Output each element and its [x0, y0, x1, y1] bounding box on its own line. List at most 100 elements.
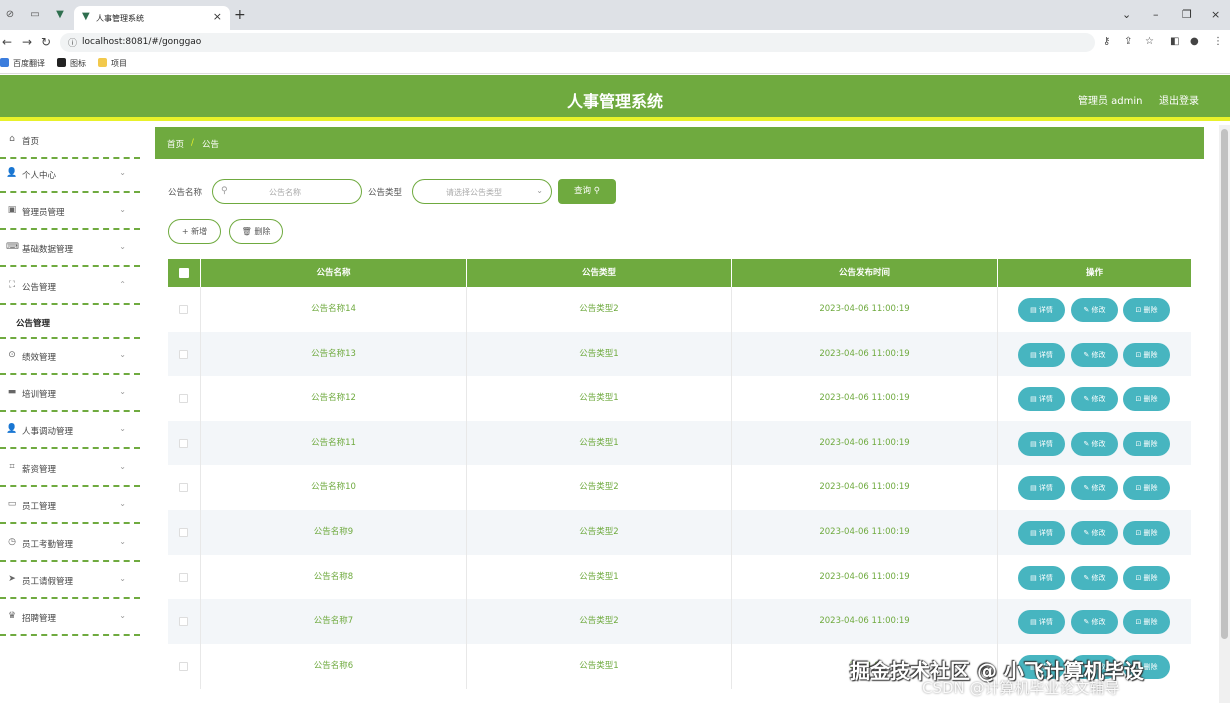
key-icon[interactable]: ⚷ — [1103, 36, 1110, 47]
detail-button[interactable]: ▤ 详情 — [1018, 565, 1065, 590]
back-icon[interactable]: ← — [2, 35, 12, 49]
forward-icon[interactable]: → — [22, 35, 32, 49]
sidebar-item-notice[interactable]: ⛶ 公告管理 ⌃ — [0, 271, 140, 305]
delete-button[interactable]: ⊡ 删除 — [1123, 342, 1170, 367]
row-checkbox[interactable] — [179, 305, 188, 314]
edit-button[interactable]: ✎ 修改 — [1071, 298, 1118, 322]
blank-tab-icon[interactable]: ▭ — [28, 8, 42, 22]
row-checkbox[interactable] — [179, 438, 188, 448]
chevron-down-icon: ⌄ — [119, 537, 126, 546]
sidebar-item-performance[interactable]: ⊙ 绩效管理 ⌄ — [0, 341, 140, 375]
notice-name-input[interactable]: ⚲ 公告名称 — [212, 179, 362, 204]
submenu-notice-manage[interactable]: 公告管理 — [0, 305, 140, 339]
delete-button[interactable]: ⊡ 删除 — [1123, 298, 1170, 322]
sidebar-item-profile[interactable]: 👤 个人中心 ⌄ — [0, 159, 140, 193]
bookmark-fanyi[interactable]: 百度翻译 — [0, 58, 45, 69]
table-row: 公告名称9 公告类型2 2023-04-06 11:00:19 ▤ 详情 ✎ 修改 ⊡ 删… — [168, 510, 1191, 555]
restore-icon[interactable]: ❐ — [1182, 8, 1192, 21]
publish-time-cell: 2023-04-06 11:00:19 — [732, 465, 998, 511]
column-header[interactable]: 公告名称 — [201, 259, 467, 287]
sidebar-item-label: 个人中心 — [22, 171, 57, 181]
minimize-icon[interactable]: – — [1153, 8, 1159, 21]
edit-button[interactable]: ✎ 修改 — [1071, 521, 1118, 545]
batch-delete-button[interactable]: 🗑 删除 — [229, 219, 283, 244]
notice-name-cell: 公告名称12 — [201, 376, 467, 422]
detail-button[interactable]: ▤ 详情 — [1018, 476, 1065, 501]
actions-cell: ▤ 详情 ✎ 修改 ⊡ 删除 — [998, 421, 1191, 466]
site-info-icon[interactable]: ⓘ — [68, 36, 77, 49]
row-checkbox[interactable] — [179, 617, 188, 627]
share-icon[interactable]: ⇪ — [1124, 36, 1132, 47]
column-header[interactable]: 公告类型 — [467, 259, 732, 287]
delete-label: 删除 — [1143, 573, 1158, 582]
row-checkbox[interactable] — [179, 349, 188, 359]
delete-button[interactable]: ⊡ 删除 — [1123, 476, 1170, 501]
detail-button[interactable]: ▤ 详情 — [1018, 521, 1065, 545]
add-button[interactable]: + 新增 — [168, 219, 221, 244]
column-header[interactable]: 公告发布时间 — [732, 259, 998, 287]
row-checkbox[interactable] — [179, 572, 188, 582]
delete-button[interactable]: ⊡ 删除 — [1123, 610, 1170, 635]
user-label: 管理员 admin — [1078, 96, 1143, 107]
row-checkbox[interactable] — [179, 394, 188, 404]
delete-label: 删除 — [254, 227, 271, 236]
star-icon[interactable]: ☆ — [1145, 36, 1154, 47]
sidebar-item-recruit[interactable]: ♛ 招聘管理 ⌄ — [0, 602, 140, 636]
edit-button[interactable]: ✎ 修改 — [1071, 342, 1118, 367]
new-tab-icon[interactable]: + — [234, 7, 246, 23]
bookmark-project[interactable]: 项目 — [98, 58, 127, 69]
logout-link[interactable]: 退出登录 — [1159, 92, 1199, 107]
detail-button[interactable]: ▤ 详情 — [1018, 298, 1065, 322]
menu-icon[interactable]: ⋮ — [1213, 36, 1223, 47]
account-icon[interactable]: ● — [1190, 36, 1199, 47]
sidebar-item-attendance[interactable]: ◷ 员工考勤管理 ⌄ — [0, 528, 140, 562]
publish-time-cell: 2023-04-06 11:00:19 — [732, 376, 998, 422]
profile-icon[interactable]: ⊘ — [3, 8, 17, 22]
edit-button[interactable]: ✎ 修改 — [1071, 476, 1118, 501]
row-checkbox[interactable] — [179, 661, 188, 671]
query-button[interactable]: 查询 ⚲ — [558, 179, 616, 204]
notice-type-cell: 公告类型2 — [467, 599, 732, 645]
breadcrumb-home[interactable]: 首页 — [167, 138, 184, 150]
edit-button[interactable]: ✎ 修改 — [1071, 387, 1118, 412]
tab-list-icon[interactable]: ⌄ — [1122, 8, 1131, 21]
delete-button[interactable]: ⊡ 删除 — [1123, 431, 1170, 456]
sidebar-item-salary[interactable]: ⌗ 薪资管理 ⌄ — [0, 453, 140, 487]
url-field[interactable]: ⓘ localhost:8081/#/gonggao — [60, 33, 1095, 52]
notice-type-cell: 公告类型1 — [467, 376, 732, 422]
detail-button[interactable]: ▤ 详情 — [1018, 610, 1065, 635]
edit-button[interactable]: ✎ 修改 — [1071, 565, 1118, 590]
sidebar-item-home[interactable]: ⌂ 首页 — [0, 125, 140, 159]
bookmark-icons[interactable]: 图标 — [57, 58, 86, 69]
delete-button[interactable]: ⊡ 删除 — [1123, 521, 1170, 545]
edit-label: 修改 — [1091, 618, 1106, 627]
detail-button[interactable]: ▤ 详情 — [1018, 387, 1065, 412]
sidepanel-icon[interactable]: ◧ — [1170, 36, 1179, 47]
sidebar-item-basedata[interactable]: ⌨ 基础数据管理 ⌄ — [0, 233, 140, 267]
delete-button[interactable]: ⊡ 删除 — [1123, 387, 1170, 412]
edit-button[interactable]: ✎ 修改 — [1071, 610, 1118, 635]
sidebar-item-transfer[interactable]: 👤 人事调动管理 ⌄ — [0, 415, 140, 449]
sidebar-item-employee[interactable]: ▭ 员工管理 ⌄ — [0, 490, 140, 524]
delete-button[interactable]: ⊡ 删除 — [1123, 565, 1170, 590]
active-tab[interactable]: ▼ 人事管理系统 × — [74, 6, 230, 30]
edit-label: 修改 — [1091, 395, 1106, 404]
chevron-down-icon: ⌄ — [119, 242, 126, 251]
reload-icon[interactable]: ↻ — [41, 35, 51, 49]
page-scrollbar[interactable] — [1219, 125, 1230, 703]
close-window-icon[interactable]: × — [1211, 8, 1220, 21]
vue-tab-icon[interactable]: ▼ — [53, 8, 67, 22]
detail-button[interactable]: ▤ 详情 — [1018, 342, 1065, 367]
notice-type-select[interactable]: 请选择公告类型 ⌄ — [412, 179, 552, 204]
scrollbar-thumb[interactable] — [1221, 129, 1228, 639]
detail-button[interactable]: ▤ 详情 — [1018, 431, 1065, 456]
edit-button[interactable]: ✎ 修改 — [1071, 431, 1118, 456]
row-checkbox[interactable] — [179, 483, 188, 493]
row-checkbox[interactable] — [179, 528, 188, 537]
select-all-checkbox[interactable] — [179, 268, 189, 278]
doc-icon: ▤ — [1030, 573, 1037, 582]
close-tab-icon[interactable]: × — [213, 10, 222, 23]
sidebar-item-leave[interactable]: ➤ 员工请假管理 ⌄ — [0, 565, 140, 599]
sidebar-item-training[interactable]: ▬ 培训管理 ⌄ — [0, 378, 140, 412]
sidebar-item-admin[interactable]: ▣ 管理员管理 ⌄ — [0, 196, 140, 230]
